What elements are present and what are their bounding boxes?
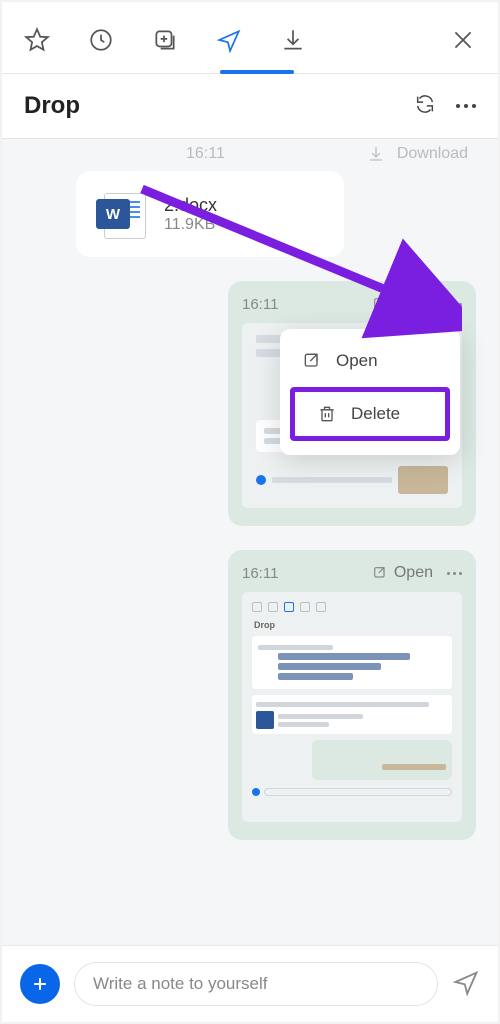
favorites-tab-icon[interactable]: [24, 27, 50, 58]
history-tab-icon[interactable]: [88, 27, 114, 58]
open-button[interactable]: Open: [372, 295, 433, 313]
open-external-icon: [302, 351, 322, 371]
sidebar-tabbar: [2, 2, 498, 74]
open-label: Open: [394, 295, 433, 313]
download-label[interactable]: Download: [397, 145, 468, 163]
file-card[interactable]: W 2.docx 11.9KB: [76, 171, 344, 257]
close-icon[interactable]: [450, 27, 476, 58]
refresh-icon[interactable]: [414, 93, 436, 120]
drop-header: Drop: [2, 74, 498, 139]
incoming-file-message: 16:11 Download W 2.docx 11.9KB: [76, 145, 476, 257]
send-button[interactable]: [452, 968, 480, 1001]
word-doc-icon: W: [96, 189, 146, 239]
drop-tab-icon[interactable]: [216, 27, 242, 58]
add-button[interactable]: [20, 964, 60, 1004]
message-more-icon[interactable]: [447, 572, 462, 575]
menu-delete-label: Delete: [351, 404, 400, 424]
outgoing-message-1: 16:11 Open: [228, 281, 476, 526]
file-size: 11.9KB: [164, 216, 217, 234]
menu-open[interactable]: Open: [280, 339, 460, 383]
message-context-menu: Open Delete: [280, 329, 460, 455]
downloads-tab-icon[interactable]: [280, 27, 306, 58]
annotation-highlight: Delete: [290, 387, 450, 441]
open-external-icon: [372, 565, 388, 581]
chat-area: 16:11 Download W 2.docx 11.9KB 16:: [2, 139, 498, 945]
open-label: Open: [394, 564, 433, 582]
message-time: 16:11: [242, 296, 278, 313]
compose-bar: Write a note to yourself: [2, 945, 498, 1022]
send-icon: [452, 968, 480, 996]
note-input[interactable]: Write a note to yourself: [74, 962, 438, 1006]
outgoing-message-2: 16:11 Open Drop: [228, 550, 476, 840]
file-name: 2.docx: [164, 195, 217, 216]
more-icon[interactable]: [456, 104, 476, 108]
message-more-icon[interactable]: [447, 303, 462, 306]
file-time: 16:11: [186, 145, 225, 163]
menu-open-label: Open: [336, 351, 378, 371]
page-title: Drop: [24, 92, 80, 120]
open-external-icon: [372, 296, 388, 312]
collections-tab-icon[interactable]: [152, 27, 178, 58]
trash-icon: [317, 404, 337, 424]
download-icon[interactable]: [367, 145, 385, 163]
plus-icon: [30, 974, 50, 994]
message-time: 16:11: [242, 565, 278, 582]
message-thumbnail[interactable]: Drop: [242, 592, 462, 822]
menu-delete[interactable]: Delete: [295, 392, 445, 436]
active-tab-indicator: [220, 70, 294, 74]
open-button[interactable]: Open: [372, 564, 433, 582]
